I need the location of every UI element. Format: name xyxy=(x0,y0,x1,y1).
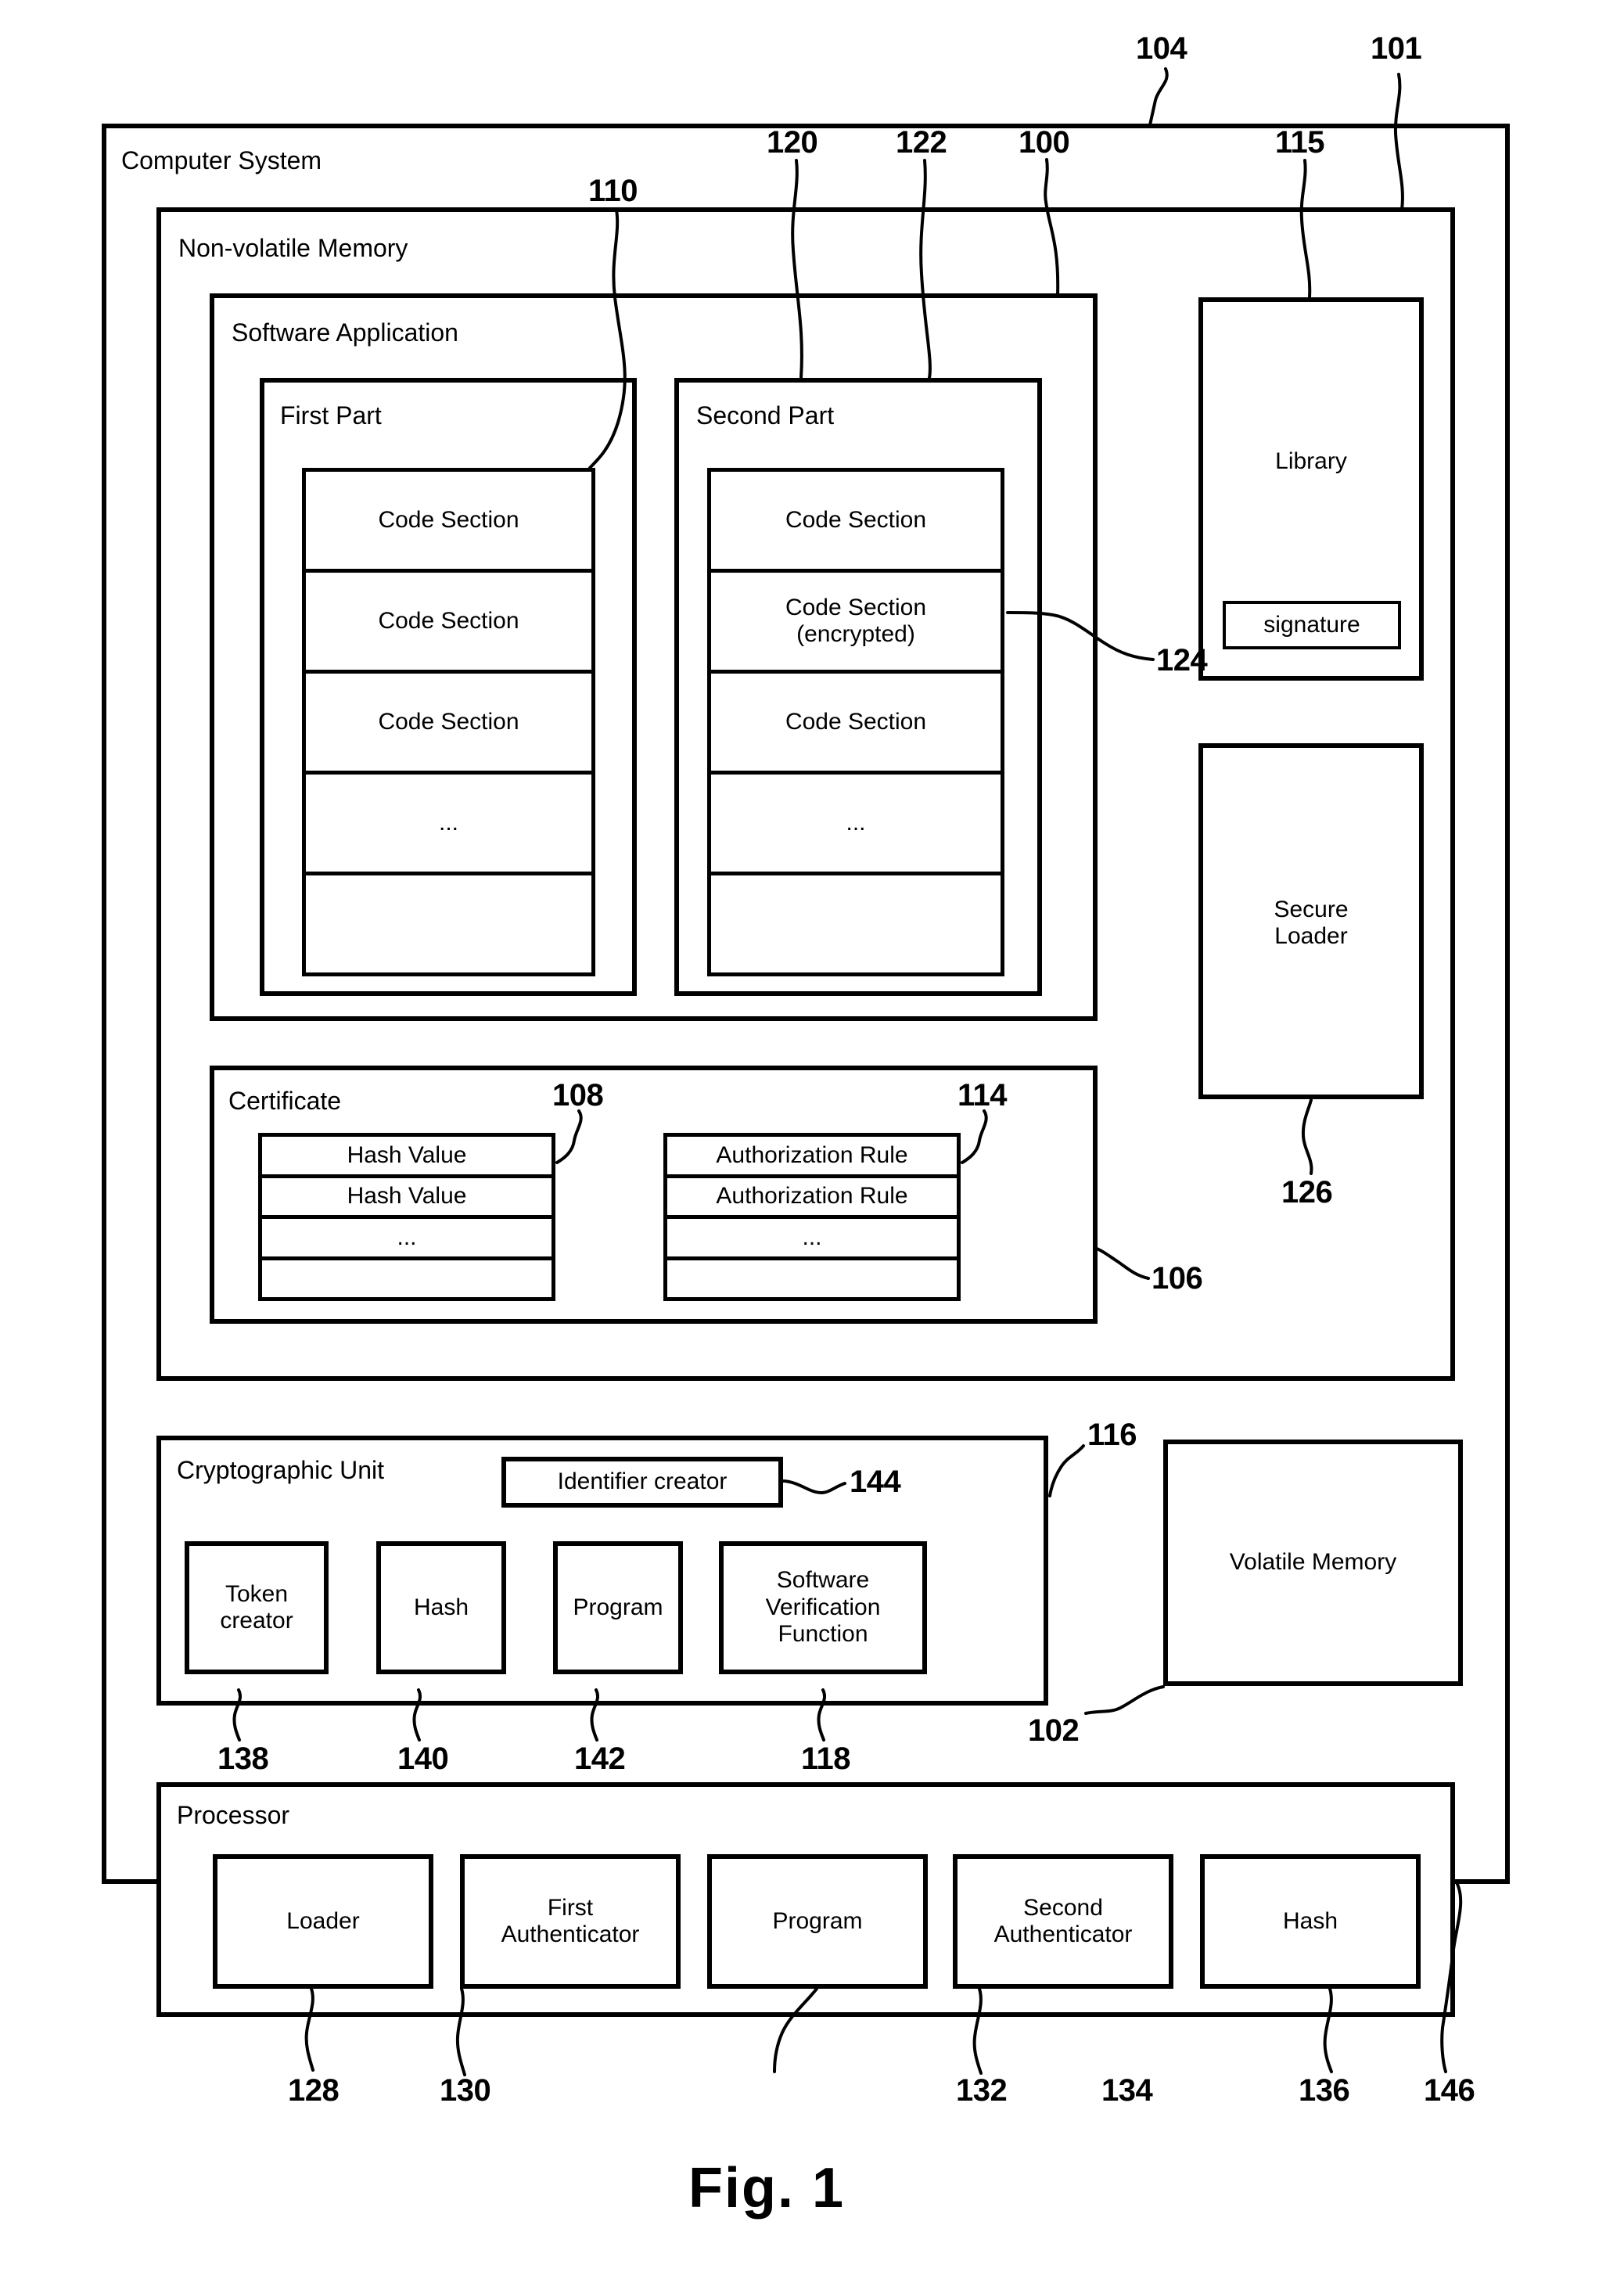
software-verification-function-label: Software Verification Function xyxy=(765,1567,881,1648)
code-section-item: Code Section xyxy=(306,674,591,775)
ref-120: 120 xyxy=(767,125,818,160)
code-section-item xyxy=(711,875,1001,972)
ref-116: 116 xyxy=(1087,1418,1137,1452)
crypto-hash-label: Hash xyxy=(413,1594,469,1620)
ref-102: 102 xyxy=(1028,1713,1080,1748)
ref-134: 134 xyxy=(1101,2073,1153,2108)
ref-114: 114 xyxy=(958,1078,1008,1113)
hash-value-item: Hash Value xyxy=(262,1137,552,1178)
ref-118: 118 xyxy=(801,1742,851,1776)
certificate-authorization-rule-list: Authorization Rule Authorization Rule ..… xyxy=(663,1133,961,1301)
ref-132: 132 xyxy=(956,2073,1008,2108)
ref-104: 104 xyxy=(1136,31,1187,66)
authorization-rule-item xyxy=(667,1260,957,1298)
ref-100: 100 xyxy=(1019,125,1070,160)
ref-108: 108 xyxy=(552,1078,604,1113)
code-section-item: Code Section xyxy=(306,573,591,674)
certificate-hash-value-list: Hash Value Hash Value ... xyxy=(258,1133,555,1301)
ref-136: 136 xyxy=(1299,2073,1350,2108)
code-section-item: ... xyxy=(711,775,1001,875)
figure-caption: Fig. 1 xyxy=(688,2157,846,2220)
hash-value-item: ... xyxy=(262,1219,552,1260)
ref-142: 142 xyxy=(574,1742,626,1776)
volatile-memory-title: Volatile Memory xyxy=(1229,1549,1397,1576)
ref-126: 126 xyxy=(1281,1175,1333,1210)
token-creator-label: Token creator xyxy=(220,1580,293,1634)
second-part-title: Second Part xyxy=(696,401,835,430)
crypto-program-label: Program xyxy=(573,1594,663,1620)
code-section-item xyxy=(306,875,591,972)
authorization-rule-item: ... xyxy=(667,1219,957,1260)
ref-144: 144 xyxy=(850,1465,901,1499)
code-section-item-encrypted: Code Section (encrypted) xyxy=(711,573,1001,674)
non-volatile-memory-title: Non-volatile Memory xyxy=(178,234,408,262)
ref-140: 140 xyxy=(397,1742,449,1776)
hash-value-item xyxy=(262,1260,552,1298)
authorization-rule-item: Authorization Rule xyxy=(667,1137,957,1178)
identifier-creator-label: Identifier creator xyxy=(557,1468,728,1495)
library-title: Library xyxy=(1275,448,1347,474)
hash-value-item: Hash Value xyxy=(262,1178,552,1219)
cryptographic-unit-title: Cryptographic Unit xyxy=(177,1456,384,1484)
second-authenticator-label: Second Authenticator xyxy=(993,1894,1133,1948)
code-section-item: Code Section xyxy=(306,472,591,573)
code-section-item: ... xyxy=(306,775,591,875)
ref-128: 128 xyxy=(288,2073,340,2108)
software-application-title: Software Application xyxy=(232,318,458,347)
processor-loader-label: Loader xyxy=(286,1907,360,1934)
first-part-title: First Part xyxy=(280,401,382,430)
first-authenticator-label: First Authenticator xyxy=(501,1894,640,1948)
ref-110: 110 xyxy=(588,174,638,208)
ref-115: 115 xyxy=(1275,125,1325,160)
ref-124: 124 xyxy=(1156,643,1208,678)
ref-130: 130 xyxy=(440,2073,491,2108)
code-section-item: Code Section xyxy=(711,674,1001,775)
processor-program-label: Program xyxy=(772,1907,863,1934)
library-signature-label: signature xyxy=(1263,611,1360,638)
ref-122: 122 xyxy=(896,125,947,160)
code-section-item: Code Section xyxy=(711,472,1001,573)
ref-138: 138 xyxy=(217,1742,269,1776)
first-part-code-section-list: Code Section Code Section Code Section .… xyxy=(302,468,595,976)
processor-title: Processor xyxy=(177,1801,290,1829)
ref-101: 101 xyxy=(1371,31,1422,66)
patent-figure-page: Computer System Non-volatile Memory Soft… xyxy=(0,0,1624,2279)
processor-hash-label: Hash xyxy=(1282,1907,1338,1934)
computer-system-title: Computer System xyxy=(121,146,322,174)
secure-loader-title: Secure Loader xyxy=(1274,896,1349,950)
authorization-rule-item: Authorization Rule xyxy=(667,1178,957,1219)
certificate-title: Certificate xyxy=(228,1087,342,1115)
ref-146: 146 xyxy=(1424,2073,1475,2108)
second-part-code-section-list: Code Section Code Section (encrypted) Co… xyxy=(707,468,1004,976)
ref-106: 106 xyxy=(1152,1261,1203,1296)
